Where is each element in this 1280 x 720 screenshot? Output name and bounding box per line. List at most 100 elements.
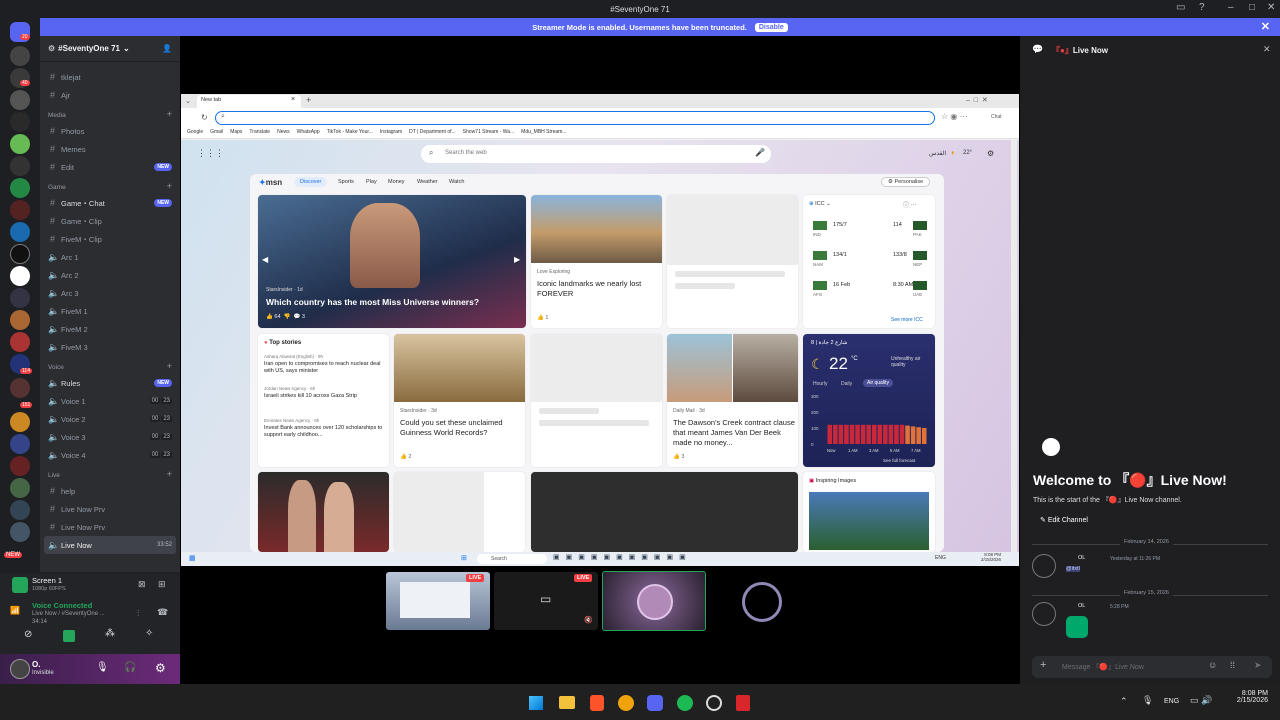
voice-channel-item[interactable]: 🔈 Arc 1 xyxy=(40,248,180,266)
video-card[interactable] xyxy=(531,472,798,552)
app-icon[interactable] xyxy=(706,695,722,711)
news-card-guinness[interactable]: StarsInsider · 3d Could you set these un… xyxy=(394,334,525,467)
tab-menu-icon[interactable]: ⌄ xyxy=(185,97,191,105)
match-row[interactable]: NAM 134/1 133/8 NEP xyxy=(809,249,929,273)
news-card-celebrity[interactable] xyxy=(258,472,389,552)
channel-item[interactable]: # FiveM・Clip xyxy=(40,230,180,248)
bookmark-item[interactable]: Google xyxy=(187,129,203,135)
server-icon[interactable] xyxy=(10,46,30,66)
taskbar-search[interactable]: Search xyxy=(477,554,547,564)
bookmark-item[interactable]: Mdu_MBH Stream... xyxy=(521,129,566,135)
news-card-colosseum[interactable]: Love Exploring Iconic landmarks we nearl… xyxy=(531,195,662,328)
browser-extensions-icons[interactable]: ☆ ◉ ⋯ xyxy=(941,112,968,121)
message-mention[interactable]: @itxtl xyxy=(1066,566,1080,572)
server-icon[interactable] xyxy=(10,90,30,110)
add-channel-icon[interactable]: + xyxy=(167,109,172,119)
soundboard-icon[interactable]: ✧ xyxy=(145,628,153,639)
icc-options-icon[interactable]: ⓘ ⋯ xyxy=(903,200,917,209)
tab-hourly[interactable]: Hourly xyxy=(813,381,827,387)
message-author[interactable]: OL xyxy=(1078,603,1085,609)
browser-tab[interactable]: New tab × xyxy=(197,95,301,108)
microphone-icon[interactable]: 🎙 xyxy=(96,662,109,673)
channel-item[interactable]: # Edit NEW xyxy=(40,158,180,176)
server-icon[interactable] xyxy=(10,434,30,454)
channel-item[interactable]: # Live Now Prv xyxy=(40,500,180,518)
camera-off-icon[interactable]: ⊘ xyxy=(24,629,32,640)
story-item[interactable]: Asharq Alawsat (English) · 9h Iran open t… xyxy=(264,354,384,375)
message-author[interactable]: OL xyxy=(1078,555,1085,561)
channel-item[interactable]: # Ajr xyxy=(40,86,180,104)
voice-channel-item[interactable]: 🔈 Voice 3 00 23 xyxy=(40,428,180,446)
server-icon[interactable] xyxy=(10,134,30,154)
nav-weather[interactable]: Weather xyxy=(417,179,438,185)
noise-suppression-icon[interactable]: ⫶ xyxy=(137,608,139,619)
channel-item-live-now[interactable]: 🔈 Live Now 33:52 xyxy=(44,536,176,554)
server-icon[interactable] xyxy=(10,222,30,242)
server-icon[interactable] xyxy=(10,378,30,398)
page-settings-icon[interactable]: ⚙ xyxy=(987,149,994,158)
category-voice[interactable]: Voice + xyxy=(40,356,180,374)
reload-icon[interactable]: ↻ xyxy=(201,113,208,122)
server-icon[interactable] xyxy=(10,412,30,432)
new-tab-icon[interactable]: + xyxy=(306,95,311,105)
screen-share-active-icon[interactable] xyxy=(63,630,75,642)
server-icon[interactable] xyxy=(10,456,30,476)
voice-channel-item[interactable]: 🔈 Voice 1 00 23 xyxy=(40,392,180,410)
channel-item[interactable]: # Memes xyxy=(40,140,180,158)
server-icon[interactable] xyxy=(10,478,30,498)
file-explorer-icon[interactable] xyxy=(559,696,575,709)
server-icon[interactable] xyxy=(10,112,30,132)
story-item[interactable]: Emirates News Agency · 6h Invest Bank ann… xyxy=(264,418,384,439)
voice-search-icon[interactable]: 🎤 xyxy=(755,148,765,157)
add-channel-icon[interactable]: + xyxy=(167,361,172,371)
send-icon[interactable]: ➤ xyxy=(1254,660,1262,671)
bookmark-item[interactable]: Translate xyxy=(249,129,270,135)
avatar[interactable] xyxy=(10,659,30,679)
avatar[interactable] xyxy=(1032,602,1056,626)
apps-icon[interactable]: ⁞⁞ xyxy=(1230,660,1235,670)
nav-sports[interactable]: Sports xyxy=(338,179,354,185)
disable-streamer-mode-button[interactable]: Disable xyxy=(754,22,788,32)
news-card-dawson[interactable]: Daily Mail · 3d The Dawson's Creek contr… xyxy=(667,334,798,467)
page-scrollbar[interactable] xyxy=(1011,140,1017,552)
channel-item[interactable]: # Game・Clip xyxy=(40,212,180,230)
server-icon[interactable] xyxy=(10,332,30,352)
close-tab-icon[interactable]: × xyxy=(291,96,295,103)
match-row[interactable]: IND 175/7 114 PAK xyxy=(809,219,929,243)
server-icon[interactable] xyxy=(10,200,30,220)
brave-browser-icon[interactable] xyxy=(590,695,604,711)
close-banner-icon[interactable]: ✕ xyxy=(1261,20,1270,33)
voice-channel-name[interactable]: Live Now / #SeventyOne ... xyxy=(32,611,105,617)
voice-channel-item[interactable]: 🔈 FiveM 1 xyxy=(40,302,180,320)
voice-channel-item[interactable]: 🔈 Rules NEW xyxy=(40,374,180,392)
add-attachment-icon[interactable]: + xyxy=(1040,659,1046,671)
nav-watch[interactable]: Watch xyxy=(449,179,464,185)
tab-air-quality[interactable]: Air quality xyxy=(863,379,893,387)
server-icon[interactable] xyxy=(10,288,30,308)
avatar[interactable] xyxy=(1032,554,1056,578)
mute-icon[interactable]: 🔇 xyxy=(584,616,593,624)
server-header[interactable]: ⚙ #SeventyOne 71 ⌄ 👤 xyxy=(40,36,180,62)
server-icon[interactable] xyxy=(10,500,30,520)
spotify-icon[interactable] xyxy=(677,695,693,711)
category-game[interactable]: Game + xyxy=(40,176,180,194)
server-icon[interactable] xyxy=(10,522,30,542)
signal-icon[interactable]: 📶 xyxy=(10,606,20,615)
bookmark-item[interactable]: WhatsApp xyxy=(297,129,320,135)
headphones-icon[interactable]: 🎧 xyxy=(124,662,136,673)
voice-channel-item[interactable]: 🔈 Arc 2 xyxy=(40,266,180,284)
nav-play[interactable]: Play xyxy=(366,179,377,185)
bookmark-item[interactable]: TikTok - Make Your... xyxy=(327,129,373,135)
discord-taskbar-icon[interactable] xyxy=(647,695,663,711)
bookmark-item[interactable]: Gmail xyxy=(210,129,223,135)
pinned-apps[interactable]: ▣▣▣▣▣▣▣▣▣▣▣ xyxy=(553,553,692,561)
match-row[interactable]: AFG 16 Feb 8:30 AM UAE xyxy=(809,279,929,303)
start-button-icon[interactable] xyxy=(529,696,543,710)
hero-news-card[interactable]: StarsInsider · 1d Which country has the … xyxy=(258,195,526,328)
chat-button[interactable]: Chat xyxy=(991,114,1002,120)
language-indicator[interactable]: ENG xyxy=(1164,698,1179,705)
settings-gear-icon[interactable]: ⚙ xyxy=(155,661,166,675)
server-icon[interactable] xyxy=(10,310,30,330)
disconnect-icon[interactable]: ☎ xyxy=(157,607,168,618)
channel-item[interactable]: # Live Now Prv xyxy=(40,518,180,536)
